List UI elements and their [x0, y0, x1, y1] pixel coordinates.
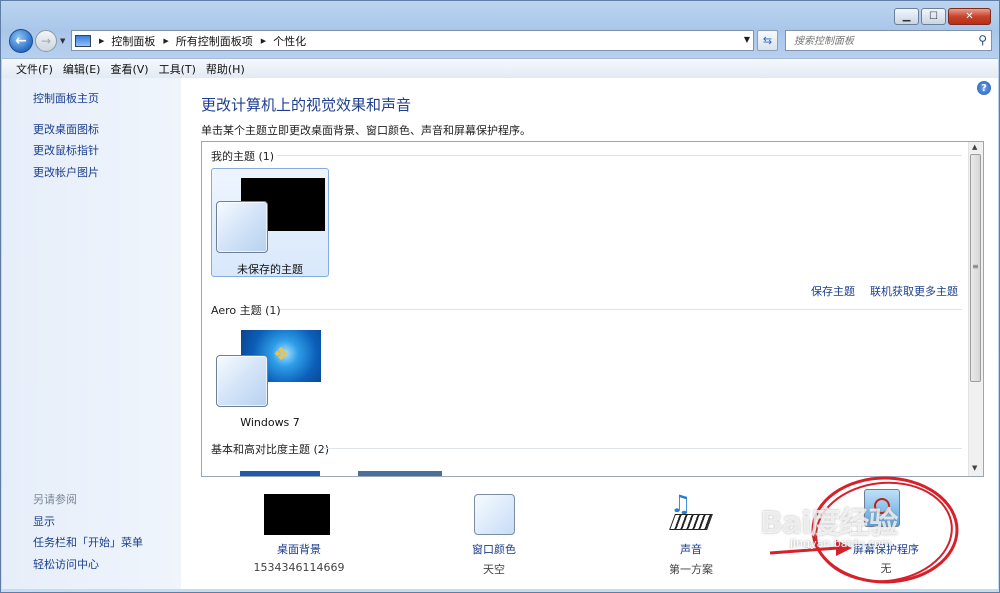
page-subtitle: 单击某个主题立即更改桌面背景、窗口颜色、声音和屏幕保护程序。	[201, 124, 531, 137]
change-mouse-pointers-link[interactable]: 更改鼠标指针	[33, 142, 99, 158]
my-themes-heading: 我的主题 (1)	[211, 150, 275, 163]
change-account-picture-link[interactable]: 更改帐户图片	[33, 164, 99, 180]
caption-buttons: ▁ ☐ ✕	[892, 8, 991, 25]
aero-themes-heading: Aero 主题 (1)	[211, 304, 281, 317]
menu-edit[interactable]: 编辑(E)	[63, 61, 101, 77]
minimize-button[interactable]: ▁	[894, 8, 919, 25]
gallery-scrollbar[interactable]: ▲ ≡ ▼	[968, 142, 983, 476]
menu-bar: 文件(F) 编辑(E) 查看(V) 工具(T) 帮助(H)	[2, 58, 998, 79]
search-input[interactable]	[792, 32, 971, 51]
theme-label: Windows 7	[240, 416, 300, 429]
high-contrast-theme-thumbnail[interactable]	[358, 471, 442, 476]
basic-theme-thumbnail[interactable]	[240, 471, 320, 476]
forward-arrow-icon: →	[40, 34, 52, 48]
watermark-url: jingyan.baidu.com	[790, 537, 892, 550]
windows-logo-icon: ❖	[273, 344, 290, 365]
menu-help[interactable]: 帮助(H)	[206, 61, 245, 77]
theme-label: 未保存的主题	[237, 263, 303, 276]
menu-file[interactable]: 文件(F)	[16, 61, 53, 77]
piano-keys-icon	[669, 514, 713, 530]
window-color-label[interactable]: 窗口颜色	[424, 541, 564, 557]
ease-of-access-link[interactable]: 轻松访问中心	[33, 556, 99, 572]
search-box: ⚲	[785, 30, 992, 51]
back-arrow-icon: ←	[15, 33, 27, 49]
close-button[interactable]: ✕	[948, 8, 991, 25]
taskbar-start-menu-link[interactable]: 任务栏和「开始」菜单	[33, 534, 143, 550]
close-icon: ✕	[965, 11, 974, 22]
navigation-buttons: ← → ▼	[9, 29, 65, 53]
control-panel-home-link[interactable]: 控制面板主页	[33, 90, 99, 106]
breadcrumb: ▶ 控制面板 ▶ 所有控制面板项 ▶ 个性化	[99, 33, 314, 49]
page-title: 更改计算机上的视觉效果和声音	[201, 96, 412, 114]
basic-themes-heading: 基本和高对比度主题 (2)	[211, 443, 330, 456]
breadcrumb-control-panel[interactable]: 控制面板	[111, 33, 155, 49]
save-theme-link[interactable]: 保存主题	[811, 283, 855, 299]
help-icon: ?	[981, 82, 987, 94]
desktop-background-thumbnail	[264, 494, 330, 535]
watermark-logo: Bai度经验	[760, 506, 898, 541]
control-panel-icon	[75, 34, 91, 47]
breadcrumb-separator-icon[interactable]: ▶	[99, 37, 104, 45]
sounds-label[interactable]: 声音	[621, 541, 761, 557]
window-color-value: 天空	[483, 563, 505, 576]
change-desktop-icons-link[interactable]: 更改桌面图标	[33, 121, 99, 137]
desktop-background-label[interactable]: 桌面背景	[229, 541, 369, 557]
sounds-value: 第一方案	[669, 563, 713, 576]
address-bar[interactable]: ▶ 控制面板 ▶ 所有控制面板项 ▶ 个性化 ▼	[71, 30, 754, 51]
desktop-background-value: 1534346114669	[253, 561, 345, 574]
theme-windows7[interactable]: ❖ Windows 7	[211, 322, 329, 432]
task-pane: 控制面板主页 更改桌面图标 更改鼠标指针 更改帐户图片 另请参阅 显示 任务栏和…	[2, 78, 181, 589]
minimize-icon: ▁	[902, 11, 911, 22]
refresh-icon: ⇆	[762, 34, 773, 47]
menu-view[interactable]: 查看(V)	[110, 61, 148, 77]
theme-gallery: 我的主题 (1) 未保存的主题 保存主题 联机获取更多主题 Aero 主题 (1…	[201, 141, 984, 477]
help-button[interactable]: ?	[977, 81, 991, 95]
display-link[interactable]: 显示	[33, 513, 55, 529]
forward-button[interactable]: →	[35, 30, 57, 52]
address-dropdown-icon[interactable]: ▼	[744, 35, 750, 44]
scroll-down-icon[interactable]: ▼	[972, 464, 977, 472]
theme-window-preview-icon	[216, 355, 268, 407]
theme-window-preview-icon	[216, 201, 268, 253]
back-button[interactable]: ←	[9, 29, 33, 53]
scroll-up-icon[interactable]: ▲	[972, 143, 977, 151]
theme-unsaved[interactable]: 未保存的主题	[211, 168, 329, 277]
window-color-icon	[474, 494, 515, 535]
maximize-icon: ☐	[929, 11, 938, 22]
breadcrumb-all-items[interactable]: 所有控制面板项	[176, 33, 253, 49]
divider	[323, 448, 962, 449]
breadcrumb-personalization[interactable]: 个性化	[273, 33, 306, 49]
divider	[277, 155, 962, 156]
divider	[280, 309, 962, 310]
maximize-button[interactable]: ☐	[921, 8, 946, 25]
sounds-icon: ♫	[669, 490, 713, 534]
get-more-themes-link[interactable]: 联机获取更多主题	[870, 283, 958, 299]
menu-tools[interactable]: 工具(T)	[159, 61, 196, 77]
breadcrumb-separator-icon[interactable]: ▶	[163, 37, 168, 45]
search-icon[interactable]: ⚲	[978, 33, 987, 47]
scrollbar-grip-icon: ≡	[972, 262, 979, 271]
recent-pages-dropdown-icon[interactable]: ▼	[60, 37, 65, 45]
refresh-button[interactable]: ⇆	[757, 30, 778, 51]
screen-saver-value: 无	[880, 562, 892, 575]
breadcrumb-separator-icon[interactable]: ▶	[261, 37, 266, 45]
see-also-heading: 另请参阅	[33, 493, 77, 506]
